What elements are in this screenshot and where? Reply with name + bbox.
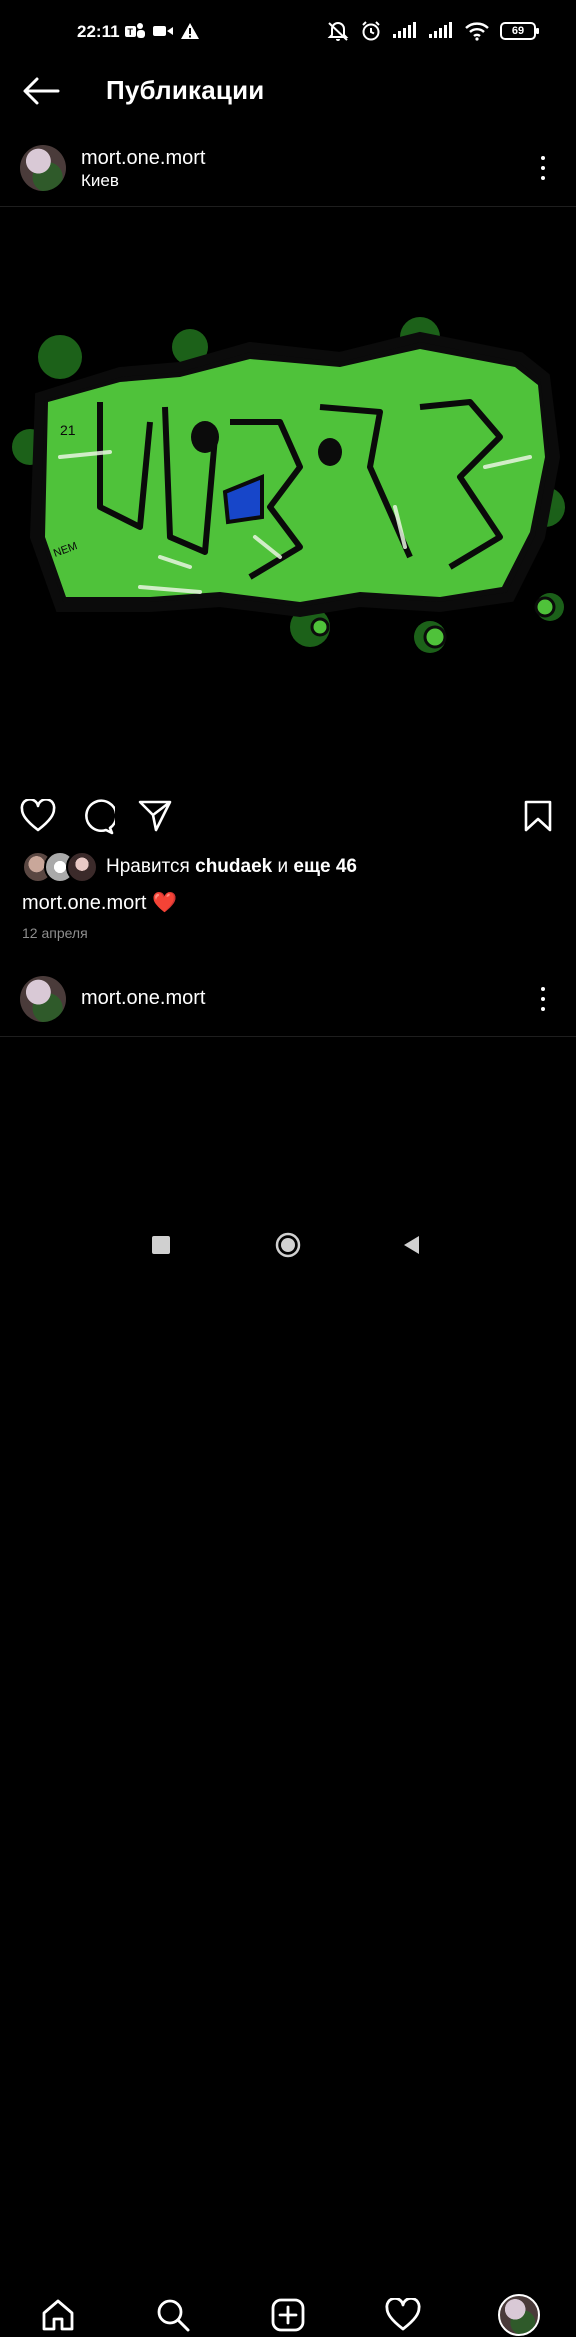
triangle-back-icon [404, 1236, 419, 1254]
next-post-divider [0, 1036, 576, 1037]
share-button[interactable] [137, 799, 173, 838]
caption-username[interactable]: mort.one.mort [22, 892, 146, 914]
graffiti-artwork: 21 NEM [12, 317, 565, 653]
bookmark-icon [524, 800, 552, 832]
save-button[interactable] [522, 799, 554, 838]
profile-avatar [498, 2294, 540, 2336]
likes-more[interactable]: еще 46 [293, 856, 357, 877]
status-right-icons: 69 [326, 20, 539, 42]
dot-icon [541, 1007, 545, 1011]
wifi-icon [465, 22, 489, 41]
nav-activity[interactable] [381, 2293, 425, 2337]
next-post-avatar[interactable] [20, 976, 66, 1022]
nav-add-post[interactable] [266, 2293, 310, 2337]
send-icon [138, 800, 172, 832]
back-system-button[interactable] [402, 1235, 422, 1255]
heart-icon [20, 798, 56, 832]
post-date: 12 апреля [22, 925, 88, 941]
system-nav-bar [0, 1212, 576, 1280]
warning-icon [181, 23, 199, 39]
page-title: Публикации [106, 75, 265, 105]
svg-text:21: 21 [60, 422, 76, 438]
arrow-left-icon [23, 77, 60, 105]
post-location[interactable]: Киев [81, 171, 119, 191]
likes-conjunction: и [277, 856, 289, 877]
comment-icon [85, 799, 118, 835]
comment-button[interactable] [79, 799, 118, 840]
dot-icon [541, 997, 545, 1001]
likes-user[interactable]: chudaek [195, 856, 272, 877]
dot-icon [541, 156, 545, 160]
home-system-button[interactable] [275, 1232, 301, 1258]
caption-heart-emoji: ❤️ [152, 892, 177, 914]
teams-icon: T [125, 23, 145, 38]
bottom-nav [0, 1140, 576, 2336]
signal-icon-1 [393, 22, 416, 38]
likes-prefix: Нравится [106, 856, 190, 877]
battery-indicator: 69 [500, 22, 539, 40]
battery-level: 69 [511, 25, 525, 37]
add-post-icon [271, 2298, 305, 2332]
nav-home[interactable] [36, 2293, 80, 2337]
search-icon [157, 2299, 190, 2332]
next-post-more-button[interactable] [536, 984, 550, 1014]
dot-icon [541, 166, 545, 170]
liker-avatar [66, 851, 98, 883]
status-left-icons: T [124, 22, 200, 40]
signal-icon-2 [429, 22, 452, 38]
post-username[interactable]: mort.one.mort [81, 147, 205, 170]
heart-icon [385, 2298, 421, 2331]
video-call-icon [153, 26, 173, 36]
nav-search[interactable] [151, 2293, 195, 2337]
recent-apps-button[interactable] [152, 1236, 170, 1254]
post-caption: mort.one.mort ❤️ [22, 890, 177, 915]
back-button[interactable] [22, 76, 62, 106]
alarm-icon [362, 21, 380, 41]
status-bar: 22:11 T 69 [0, 0, 576, 64]
likes-row[interactable]: Нравится chudaek и еще 46 [22, 851, 357, 883]
post-author-avatar[interactable] [20, 145, 66, 191]
svg-text:T: T [128, 27, 134, 37]
post-image[interactable]: 21 NEM [0, 207, 576, 783]
circle-home-icon [275, 1232, 301, 1258]
home-icon [42, 2299, 74, 2331]
next-post-username[interactable]: mort.one.mort [81, 987, 205, 1010]
nav-profile[interactable] [497, 2293, 541, 2337]
post-more-button[interactable] [536, 153, 550, 183]
mute-bell-icon [327, 22, 349, 41]
status-time: 22:11 [77, 22, 120, 41]
likes-text: Нравится chudaek и еще 46 [106, 856, 357, 878]
like-button[interactable] [20, 798, 56, 838]
dot-icon [541, 176, 545, 180]
dot-icon [541, 987, 545, 991]
